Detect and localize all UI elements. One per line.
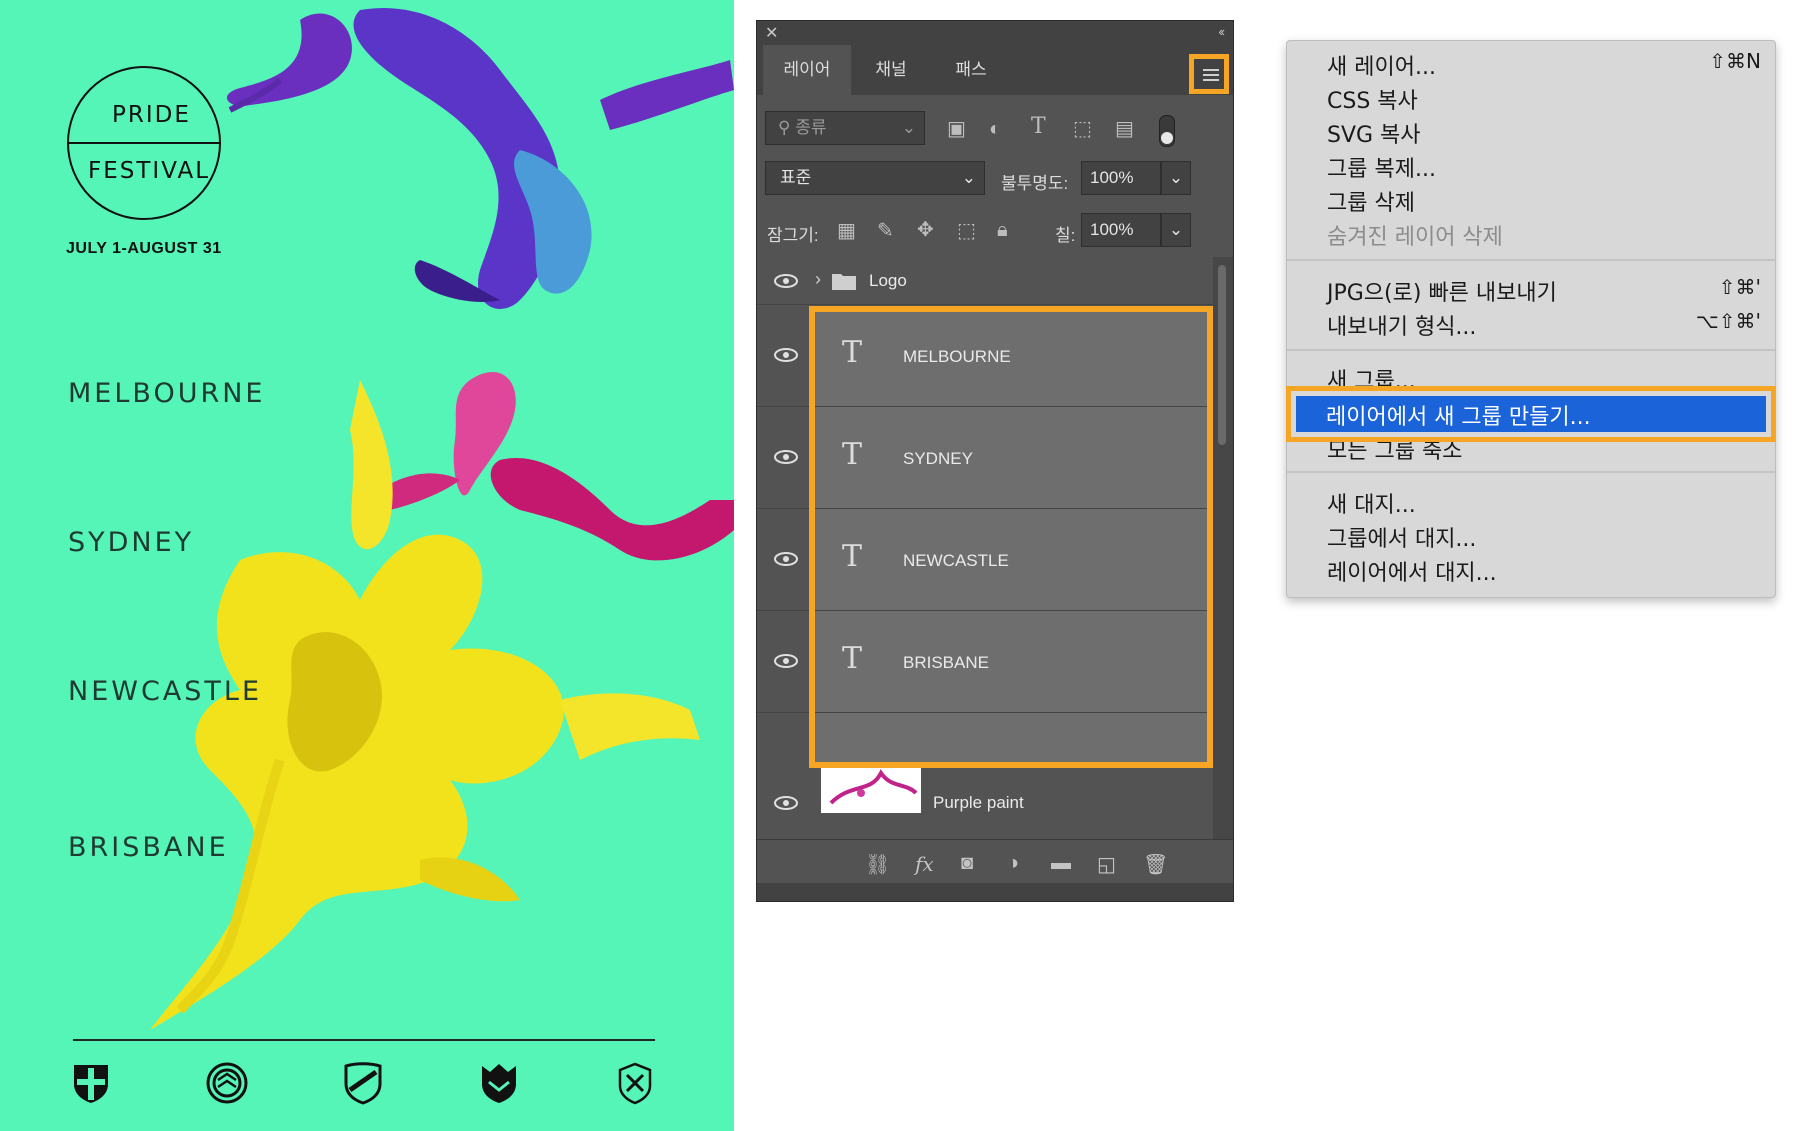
layer-thumbnail [821,763,921,813]
layer-name: Logo [869,271,907,290]
crest-x-badge-icon [618,1062,652,1105]
opacity-label: 불투명도: [1001,174,1069,193]
logo-text-festival: FESTIVAL [88,158,211,184]
city-brisbane: BRISBANE [68,832,229,863]
panel-flyout-menu: 새 레이어... ⇧⌘N CSS 복사 SVG 복사 그룹 복제... 그룹 삭… [1286,40,1776,598]
add-mask-icon[interactable]: ◙ [961,852,973,875]
menu-highlight-box [1286,386,1776,442]
tab-paths[interactable]: 패스 [933,45,1009,95]
opacity-dropdown[interactable]: ⌄ [1161,161,1191,195]
panel-menu-button[interactable] [1189,54,1229,94]
chevron-down-icon: ⌄ [961,168,976,187]
crest-round-icon [206,1062,248,1104]
lock-artboard-icon[interactable]: ⬚ [957,221,976,241]
type-filter-icon[interactable]: T [1031,116,1046,138]
shortcut-new-layer: ⇧⌘N [1709,49,1761,73]
logo-text-pride: PRIDE [112,102,191,128]
menu-item-new-layer[interactable]: 새 레이어... [1327,49,1436,81]
lock-transparent-icon[interactable]: ▦ [837,221,856,241]
menu-item-artboard-from-group[interactable]: 그룹에서 대지... [1327,521,1476,553]
opacity-input[interactable]: 100% [1081,161,1161,195]
poster-artboard: PRIDE FESTIVAL JULY 1-AUGUST 31 MELBOURN… [0,0,734,1131]
festival-dates: JULY 1-AUGUST 31 [66,240,222,257]
layers-scrollbar[interactable] [1213,257,1233,839]
menu-separator [1287,349,1775,351]
lock-label: 잠그기: [767,226,819,245]
menu-item-artboard-from-layers[interactable]: 레이어에서 대지... [1327,555,1497,587]
folder-icon [832,274,856,290]
filter-toggle-knob [1161,132,1173,144]
city-melbourne: MELBOURNE [68,378,266,409]
menu-separator [1287,471,1775,473]
eye-icon[interactable] [771,651,801,671]
shortcut-quick-export: ⇧⌘' [1718,275,1761,299]
chevron-right-icon[interactable]: › [815,269,821,290]
chevron-down-icon: ⌄ [1168,168,1184,187]
fill-dropdown[interactable]: ⌄ [1161,213,1191,247]
trash-icon[interactable]: 🗑︎ [1143,852,1168,877]
poster-divider [73,1039,655,1041]
menu-item-delete-hidden-layers: 숨겨진 레이어 삭제 [1327,225,1503,250]
layer-row-logo[interactable]: › Logo [757,257,1213,305]
layer-name: Purple paint [933,793,1024,812]
lock-paint-icon[interactable]: ✎ [877,221,894,241]
eye-icon[interactable] [771,271,801,291]
crest-shield-stripe-icon [344,1062,382,1105]
menu-item-export-as[interactable]: 내보내기 형식... [1327,309,1476,341]
panel-bottom-toolbar: ⛓ fx ◙ ◑ ▬ ◱ 🗑︎ [757,839,1233,884]
fill-input[interactable]: 100% [1081,213,1161,247]
filter-kind-label: 종류 [795,118,827,137]
filter-row: ⚲ 종류 ⌄ ▣ ◐ T ⬚ ▤ [757,109,1233,149]
tab-layers[interactable]: 레이어 [763,45,851,95]
menu-item-copy-css[interactable]: CSS 복사 [1327,83,1418,115]
scroll-thumb[interactable] [1218,265,1226,445]
adjustment-filter-icon[interactable]: ◐ [989,119,1001,139]
filter-kind-select[interactable]: ⚲ 종류 ⌄ [765,111,925,145]
blend-mode-select[interactable]: 표준 ⌄ [765,161,985,195]
collapse-icon[interactable]: ‹‹ [1218,24,1225,39]
chevron-down-icon: ⌄ [1168,220,1184,239]
fill-label: 칠: [1055,226,1076,245]
menu-item-duplicate-group[interactable]: 그룹 복제... [1327,151,1436,183]
link-layers-icon[interactable]: ⛓ [865,852,890,877]
eye-icon[interactable] [771,793,801,813]
smart-object-filter-icon[interactable]: ▤ [1115,119,1134,139]
crest-crown-shield-icon [482,1064,516,1103]
menu-item-delete-group[interactable]: 그룹 삭제 [1327,185,1415,217]
new-layer-icon[interactable]: ◱ [1097,852,1116,877]
menu-item-quick-export[interactable]: JPG으(로) 빠른 내보내기 [1327,275,1557,307]
panel-resize-handle[interactable] [757,883,1233,901]
eye-icon[interactable] [771,549,801,569]
blend-mode-value: 표준 [780,168,812,187]
crest-shield-cross-icon [74,1065,108,1103]
selection-highlight-box [809,306,1213,768]
blend-row: 표준 ⌄ 불투명도: 100% ⌄ [757,159,1233,199]
close-icon[interactable]: ✕ [765,23,778,43]
fx-icon[interactable]: fx [915,852,934,876]
adjustment-layer-icon[interactable]: ◑ [1007,852,1019,875]
image-filter-icon[interactable]: ▣ [947,119,966,139]
shape-filter-icon[interactable]: ⬚ [1073,119,1092,139]
new-group-icon[interactable]: ▬ [1051,852,1071,875]
menu-item-copy-svg[interactable]: SVG 복사 [1327,117,1421,149]
tab-channels[interactable]: 채널 [853,45,929,95]
layers-list: › Logo T MELBOURNE T SYDNEY T NEWCASTLE … [757,257,1233,839]
layers-panel: ✕ ‹‹ 레이어 채널 패스 ⚲ 종류 ⌄ ▣ ◐ T ⬚ ▤ 표준 ⌄ 불투명… [756,20,1234,902]
eye-icon[interactable] [771,447,801,467]
lock-all-icon[interactable]: 🔒︎ [997,220,1008,240]
search-icon: ⚲ [778,118,796,137]
filter-toggle[interactable] [1159,115,1175,147]
shortcut-export-as: ⌥⇧⌘' [1695,309,1761,333]
menu-separator [1287,259,1775,261]
menu-item-new-artboard[interactable]: 새 대지... [1327,487,1416,519]
panel-tabs: 레이어 채널 패스 [757,45,1233,95]
city-sydney: SYDNEY [68,527,195,558]
city-newcastle: NEWCASTLE [68,676,263,707]
chevron-down-icon: ⌄ [901,118,916,137]
lock-position-icon[interactable]: ✥ [917,220,934,240]
lock-row: 잠그기: ▦ ✎ ✥ ⬚ 🔒︎ 칠: 100% ⌄ [757,211,1233,251]
panel-titlebar: ✕ ‹‹ [757,21,1233,45]
eye-icon[interactable] [771,345,801,365]
logo-divider [67,142,221,144]
